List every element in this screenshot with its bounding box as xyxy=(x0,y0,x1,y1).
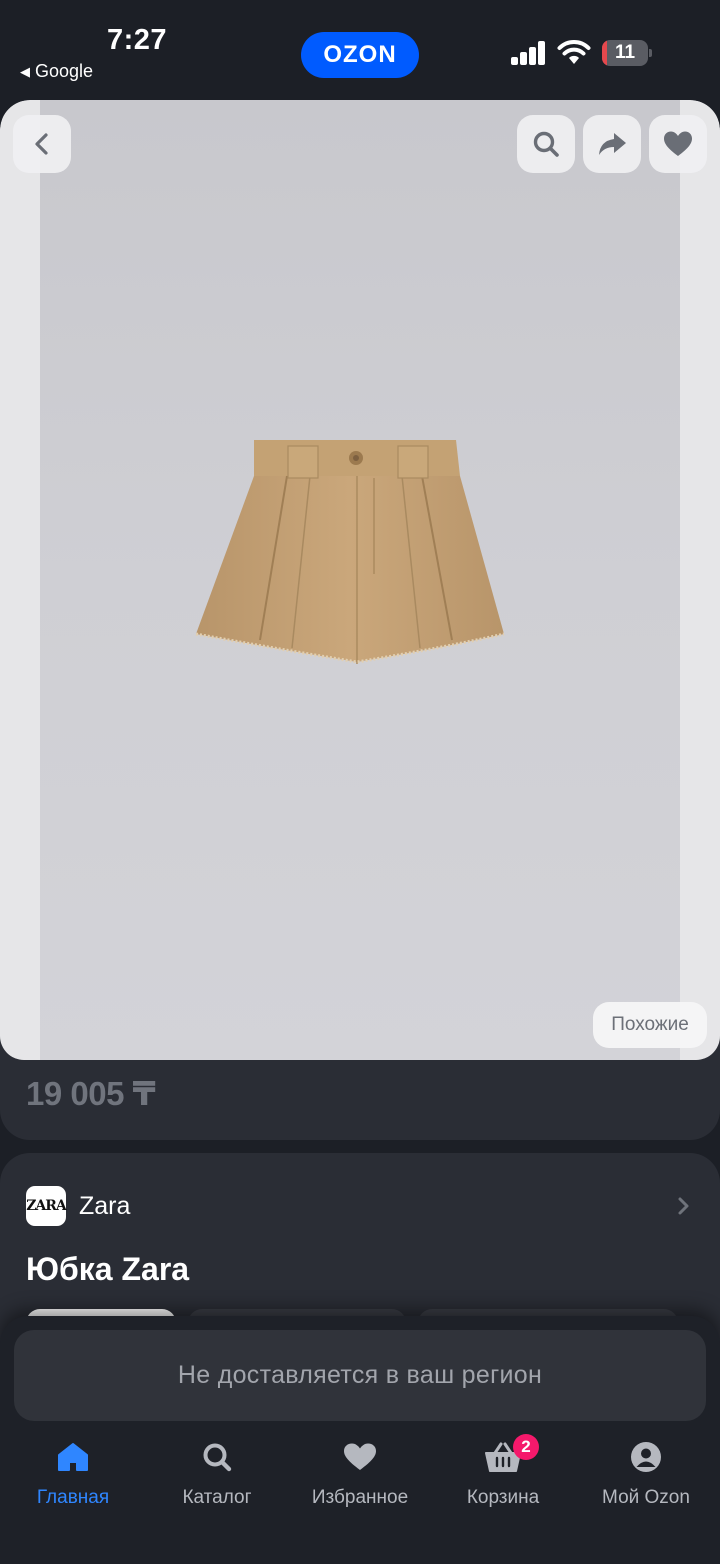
status-bar: 7:27 ◀ Google OZON 11 xyxy=(0,0,720,100)
tab-home[interactable]: Главная xyxy=(3,1436,143,1516)
share-button[interactable] xyxy=(583,115,641,173)
chevron-right-icon xyxy=(678,1197,689,1215)
heart-icon xyxy=(343,1436,377,1478)
similar-button[interactable]: Похожие xyxy=(593,1002,707,1048)
product-photo xyxy=(40,100,680,1060)
share-arrow-icon xyxy=(599,133,626,155)
tab-profile[interactable]: Мой Ozon xyxy=(576,1436,716,1516)
brand-logo: ZARA xyxy=(26,1186,67,1226)
brand-row[interactable]: ZARA Zara xyxy=(26,1186,694,1226)
product-title: Юбка Zara xyxy=(26,1251,190,1287)
tab-bar: Главная Каталог Избранное 2 Корзина Мой … xyxy=(0,1434,720,1516)
heart-icon xyxy=(664,131,692,156)
product-card: Похожие 19 005 ₸ xyxy=(0,100,720,1140)
tab-cart[interactable]: 2 Корзина xyxy=(433,1434,573,1516)
brand-name: Zara xyxy=(79,1191,131,1220)
product-price: 19 005 ₸ xyxy=(26,1075,156,1112)
product-gallery[interactable]: Похожие xyxy=(0,100,720,1060)
cellular-signal-icon xyxy=(511,41,547,65)
favorite-button[interactable] xyxy=(649,115,707,173)
search-icon xyxy=(533,131,559,157)
back-app-label: Google xyxy=(35,61,94,81)
skirt-image xyxy=(195,440,505,664)
home-icon xyxy=(57,1436,89,1478)
tab-catalog-label: Каталог xyxy=(182,1487,252,1508)
tab-home-label: Главная xyxy=(36,1487,110,1508)
screen: 7:27 ◀ Google OZON 11 Похожие 19 005 ₸ Z… xyxy=(0,0,720,1564)
status-time: 7:27 xyxy=(107,24,168,56)
battery-level: 11 xyxy=(614,42,636,63)
search-icon xyxy=(201,1436,233,1478)
ozon-logo: OZON xyxy=(301,32,419,78)
tab-favorites-label: Избранное xyxy=(311,1487,409,1508)
tab-profile-label: Мой Ozon xyxy=(602,1487,690,1508)
search-button[interactable] xyxy=(517,115,575,173)
cart-badge: 2 xyxy=(513,1434,539,1460)
tab-favorites[interactable]: Избранное xyxy=(290,1436,430,1516)
wifi-icon xyxy=(556,38,592,71)
battery-icon: 11 xyxy=(602,40,652,66)
back-button[interactable] xyxy=(13,115,71,173)
delivery-notice: Не доставляется в ваш регион xyxy=(14,1330,706,1421)
back-to-app-link[interactable]: ◀ Google xyxy=(20,61,93,82)
back-triangle-icon: ◀ xyxy=(20,63,30,79)
tab-cart-label: Корзина xyxy=(466,1487,540,1508)
bottom-sheet: Не доставляется в ваш регион Главная Кат… xyxy=(0,1316,720,1564)
chevron-left-icon xyxy=(35,133,48,155)
tab-catalog[interactable]: Каталог xyxy=(147,1436,287,1516)
profile-icon xyxy=(630,1436,662,1478)
